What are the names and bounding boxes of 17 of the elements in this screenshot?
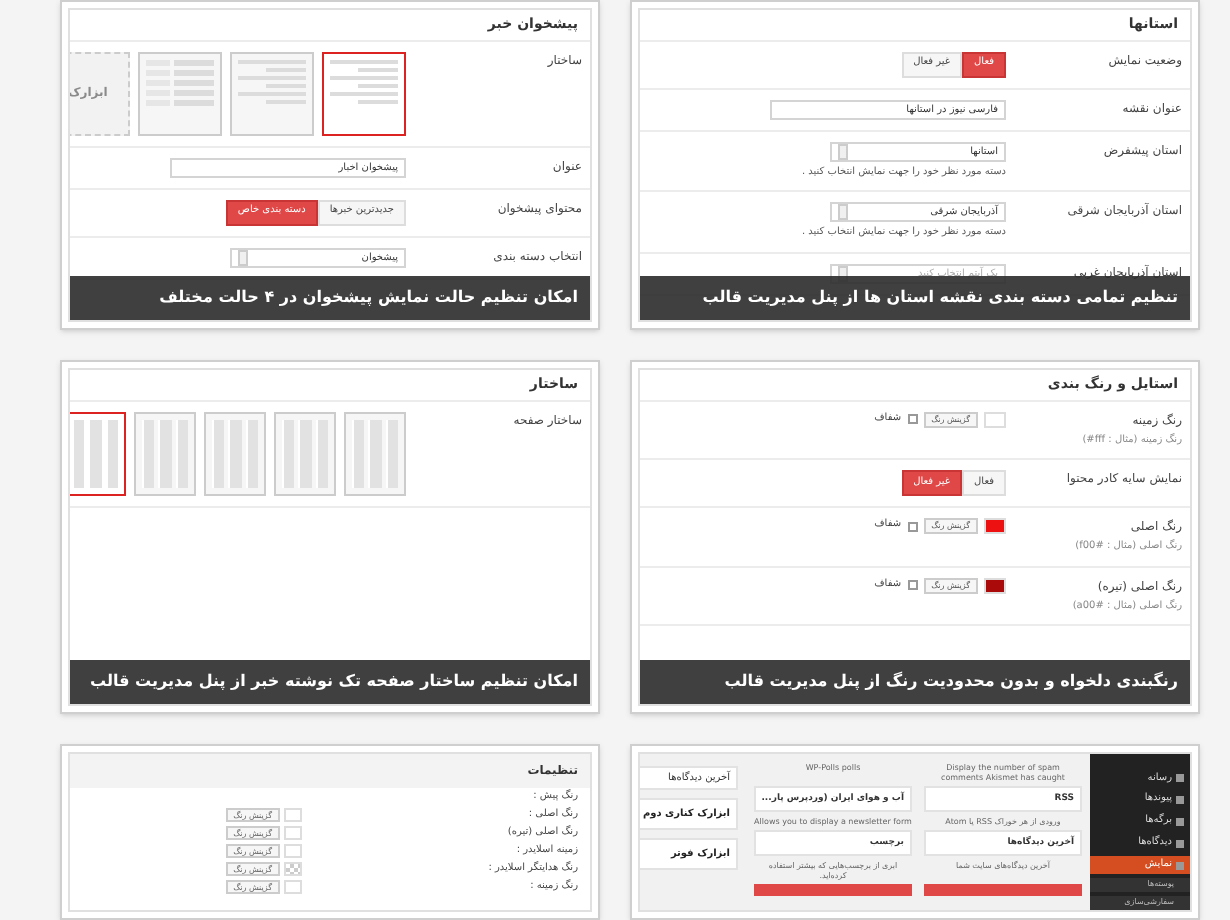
menu-icon	[1176, 774, 1184, 783]
caption-bar: تنظیم تمامی دسته بندی نقشه استان ها از پنل مدیریت قالب	[640, 276, 1190, 320]
caption-bar: امکان تنظیم ساختار صفحه تک نوشته خبر از پنل مدیریت قالب	[70, 660, 590, 704]
dropdown-icon	[838, 143, 848, 159]
dropdown-icon	[838, 204, 848, 220]
checkbox[interactable]	[907, 414, 918, 424]
caption-bar: امکان تنظیم حالت نمایش پیشخوان در ۴ حالت مختلف	[70, 276, 590, 320]
menu-icon	[1176, 796, 1184, 805]
menu-icon	[1176, 839, 1184, 848]
layout-option[interactable]	[70, 411, 126, 495]
checkbox[interactable]	[907, 580, 918, 590]
layout-option[interactable]	[322, 51, 406, 135]
caption-bar: رنگبندی دلخواه و بدون محدودیت رنگ از پنل مدیریت قالب	[640, 660, 1190, 704]
checkbox[interactable]	[907, 521, 918, 531]
menu-icon	[1176, 817, 1184, 826]
dropdown-icon	[238, 249, 248, 265]
menu-icon	[1176, 861, 1184, 870]
